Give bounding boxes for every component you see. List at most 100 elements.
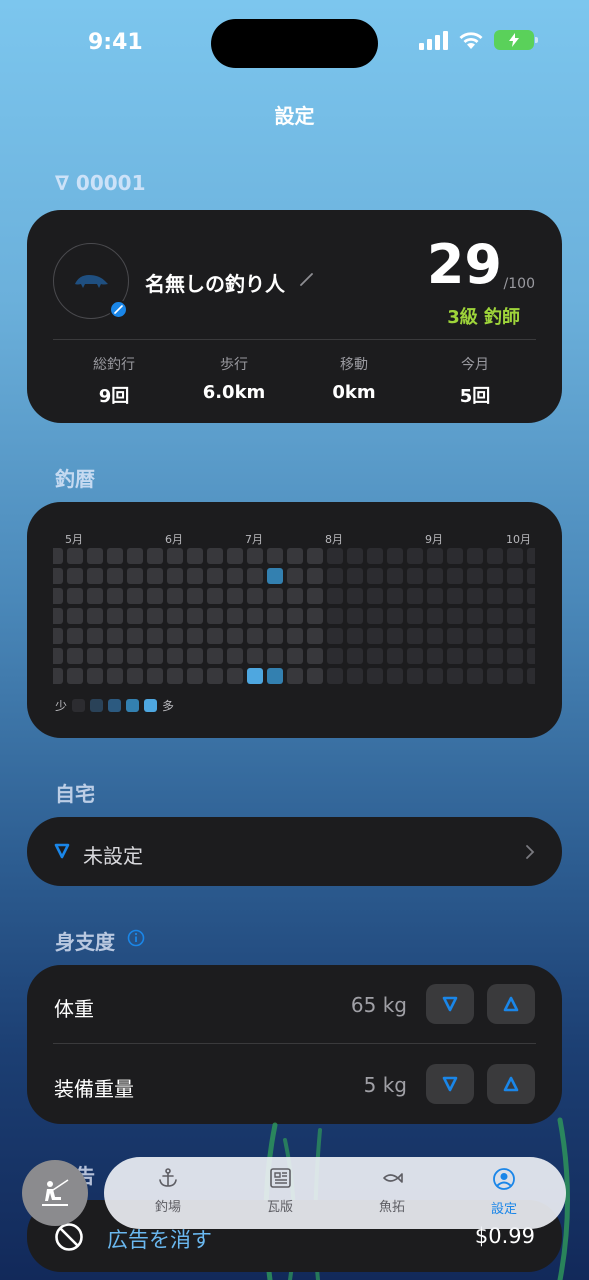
heatmap-cell bbox=[307, 628, 323, 644]
heatmap-cell bbox=[167, 588, 183, 604]
fish-icon bbox=[383, 1173, 403, 1183]
heatmap-cell bbox=[307, 648, 323, 664]
heatmap-cell bbox=[407, 588, 423, 604]
heatmap-cell bbox=[407, 628, 423, 644]
tab-settings[interactable]: 設定 bbox=[459, 1167, 549, 1217]
heatmap-cell bbox=[67, 568, 83, 584]
heatmap-cell bbox=[487, 628, 503, 644]
heatmap-cell bbox=[367, 568, 383, 584]
heatmap-cell bbox=[447, 668, 463, 684]
heatmap-cell bbox=[53, 668, 63, 684]
heatmap-cell bbox=[53, 648, 63, 664]
tab-news[interactable]: 瓦版 bbox=[235, 1167, 325, 1215]
stat-total-trips: 総釣行 9回 bbox=[59, 354, 169, 408]
gear-increase-button[interactable] bbox=[487, 1064, 535, 1104]
heatmap-cell bbox=[107, 588, 123, 604]
history-section-label: 釣暦 bbox=[55, 467, 95, 491]
tab-bar: 釣場 瓦版 魚拓 設定 bbox=[104, 1157, 566, 1229]
heatmap-cell bbox=[467, 548, 483, 564]
level-number: 29 bbox=[426, 233, 502, 296]
tab-fish-prints[interactable]: 魚拓 bbox=[347, 1167, 437, 1215]
heatmap-cell bbox=[67, 628, 83, 644]
heatmap-cell bbox=[147, 628, 163, 644]
heatmap-cell bbox=[367, 628, 383, 644]
heatmap-cell bbox=[347, 588, 363, 604]
heatmap-cell bbox=[347, 608, 363, 624]
month-label: 7月 bbox=[245, 533, 263, 546]
newspaper-icon bbox=[270, 1168, 291, 1188]
heatmap-cell bbox=[87, 668, 103, 684]
heatmap-cell bbox=[307, 548, 323, 564]
heatmap-cell bbox=[187, 608, 203, 624]
heatmap-cell bbox=[507, 628, 523, 644]
heatmap-cell bbox=[107, 648, 123, 664]
heatmap-cell bbox=[327, 568, 343, 584]
heatmap-cell bbox=[487, 568, 503, 584]
pencil-icon[interactable] bbox=[300, 272, 314, 286]
weight-decrease-button[interactable] bbox=[426, 984, 474, 1024]
heatmap-cell bbox=[147, 648, 163, 664]
heatmap-cell bbox=[227, 568, 243, 584]
heatmap-cell bbox=[187, 668, 203, 684]
heatmap-cell bbox=[67, 588, 83, 604]
body-settings-card: 体重 65 kg 装備重量 5 kg bbox=[27, 965, 562, 1124]
stat-label: 移動 bbox=[340, 357, 368, 373]
heatmap-cell bbox=[487, 648, 503, 664]
heatmap-cell bbox=[87, 588, 103, 604]
heatmap-cell bbox=[53, 588, 63, 604]
heatmap-cell bbox=[167, 668, 183, 684]
heatmap-cell bbox=[127, 608, 143, 624]
tab-label: 瓦版 bbox=[266, 1200, 293, 1215]
heatmap-cell bbox=[127, 628, 143, 644]
gear-weight-label: 装備重量 bbox=[54, 1077, 134, 1101]
heatmap-cell bbox=[427, 548, 443, 564]
heatmap-cell bbox=[167, 568, 183, 584]
heatmap-cell bbox=[327, 648, 343, 664]
heatmap-cell bbox=[167, 608, 183, 624]
avatar-edit-icon[interactable] bbox=[109, 300, 128, 319]
heatmap-cell bbox=[167, 548, 183, 564]
profile-card[interactable]: 名無しの釣り人 29 /100 3級 釣師 総釣行 9回 歩行 6.0km 移動… bbox=[27, 210, 562, 423]
heatmap-cell bbox=[287, 668, 303, 684]
signal-icon bbox=[419, 30, 448, 50]
heatmap-cell bbox=[227, 648, 243, 664]
heatmap-cell bbox=[287, 548, 303, 564]
history-card: 5月 6月 7月 8月 9月 10月 少 多 bbox=[27, 502, 562, 738]
heatmap-cell bbox=[347, 548, 363, 564]
heatmap-cell bbox=[267, 548, 283, 564]
heatmap-cell bbox=[427, 648, 443, 664]
heatmap-cell bbox=[327, 608, 343, 624]
tab-fishing-spots[interactable]: 釣場 bbox=[123, 1167, 213, 1215]
heatmap-cell bbox=[227, 588, 243, 604]
home-setting-row[interactable]: 未設定 bbox=[27, 817, 562, 886]
profile-name[interactable]: 名無しの釣り人 bbox=[145, 268, 285, 297]
fishing-mode-button[interactable] bbox=[22, 1160, 88, 1226]
heatmap-cell bbox=[507, 588, 523, 604]
heatmap-cell bbox=[107, 668, 123, 684]
heatmap-cell bbox=[147, 548, 163, 564]
heatmap-cell bbox=[367, 668, 383, 684]
heatmap-cell bbox=[167, 628, 183, 644]
status-time: 9:41 bbox=[88, 30, 143, 55]
heatmap-cell bbox=[247, 568, 263, 584]
gear-decrease-button[interactable] bbox=[426, 1064, 474, 1104]
heatmap-cell bbox=[467, 628, 483, 644]
heatmap-cell bbox=[447, 628, 463, 644]
heatmap-cell bbox=[407, 548, 423, 564]
stat-value: 5回 bbox=[459, 386, 491, 407]
heatmap-cell bbox=[287, 608, 303, 624]
heatmap-cell bbox=[367, 608, 383, 624]
heatmap-cell bbox=[347, 648, 363, 664]
weight-increase-button[interactable] bbox=[487, 984, 535, 1024]
heatmap-cell bbox=[447, 588, 463, 604]
fisher-silhouette-icon bbox=[75, 275, 108, 288]
heatmap-cell bbox=[527, 588, 535, 604]
heatmap-cell bbox=[67, 668, 83, 684]
stat-label: 総釣行 bbox=[93, 357, 135, 373]
heatmap-cell bbox=[287, 648, 303, 664]
heatmap-cell bbox=[387, 648, 403, 664]
heatmap-cell bbox=[287, 588, 303, 604]
heatmap-cell bbox=[507, 548, 523, 564]
heatmap-cell bbox=[467, 648, 483, 664]
info-icon[interactable] bbox=[127, 929, 145, 947]
